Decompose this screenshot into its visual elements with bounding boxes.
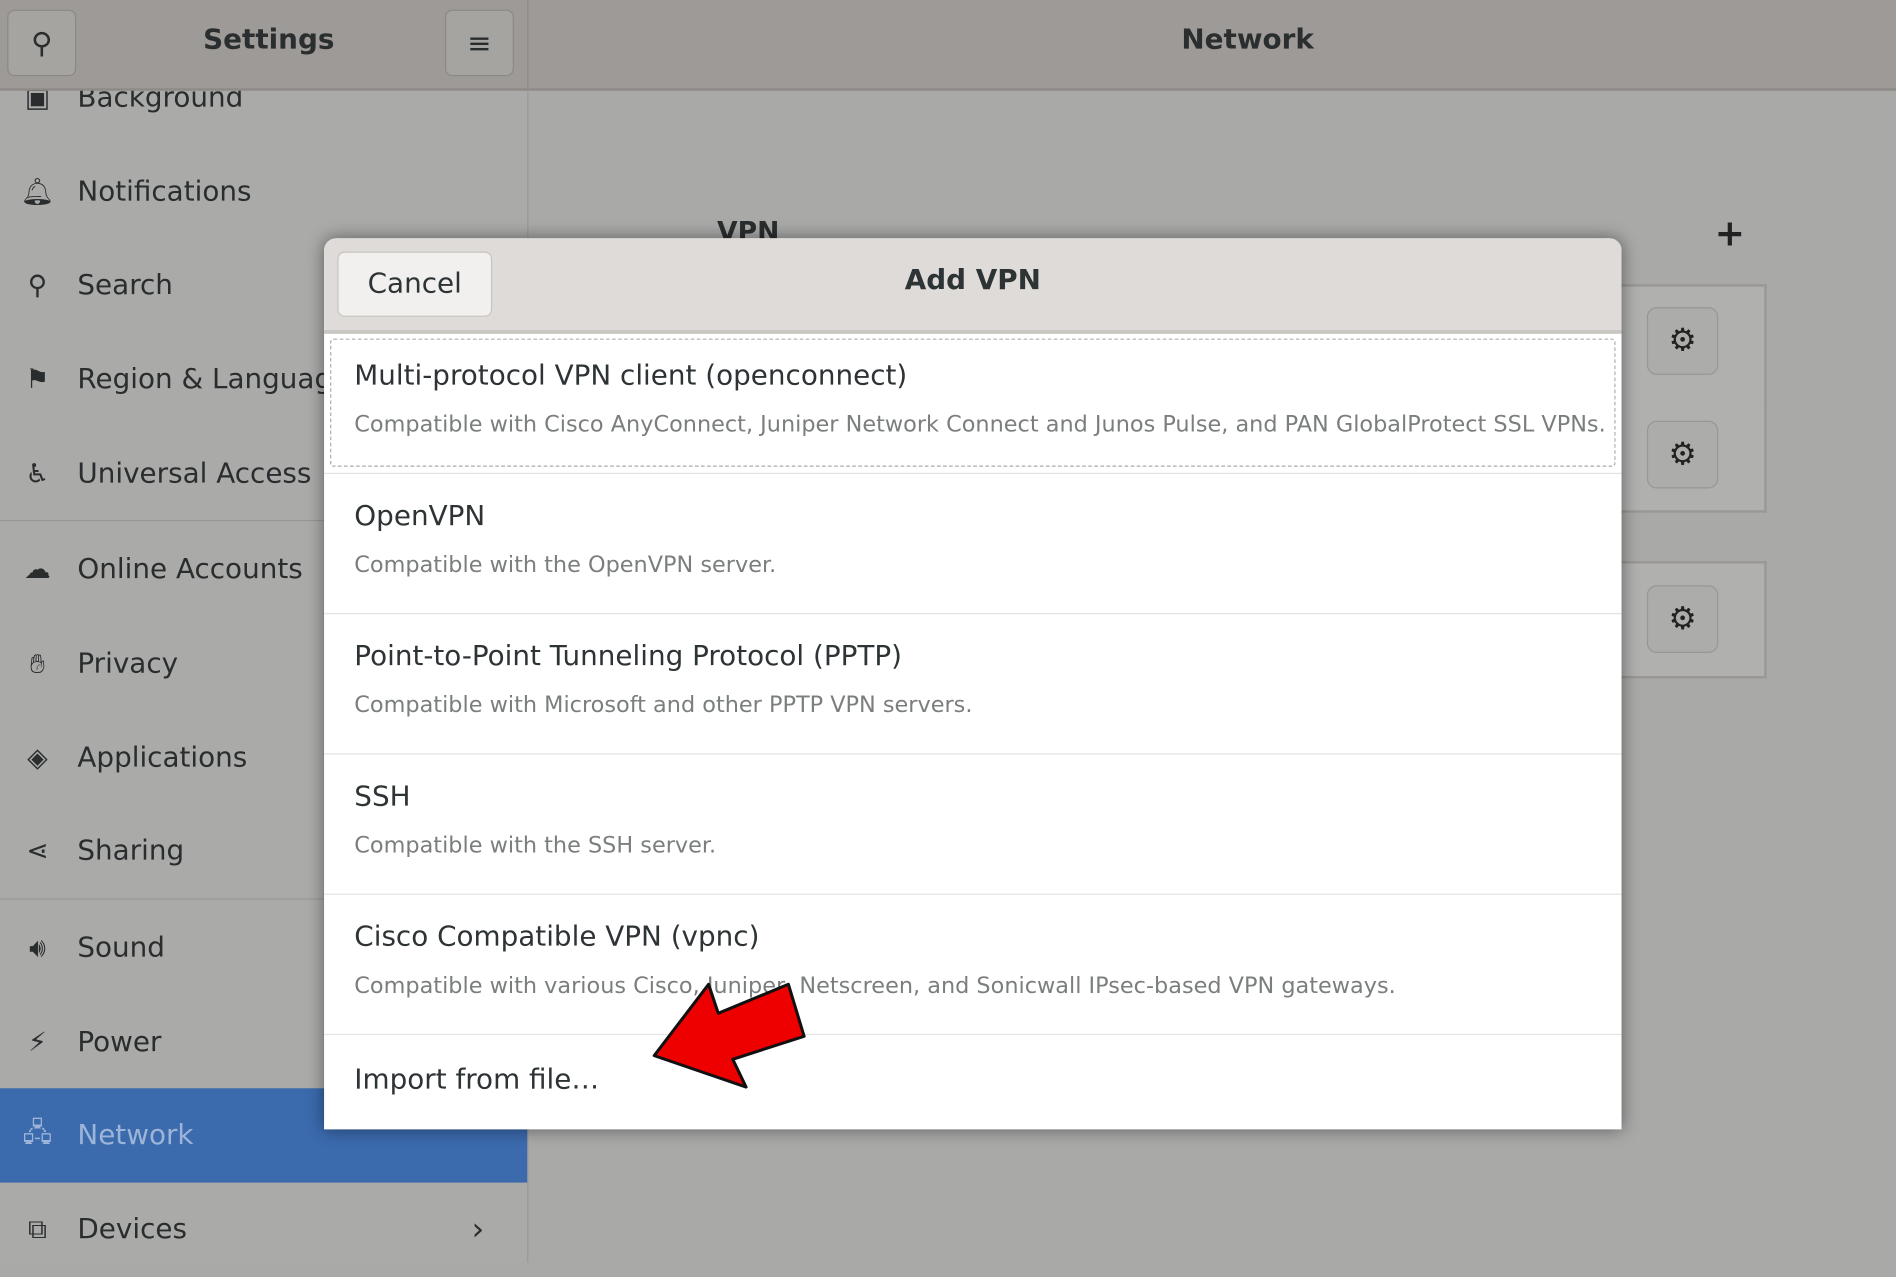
arrow-shape [652,982,806,1089]
red-arrow-annotation [652,982,806,1089]
